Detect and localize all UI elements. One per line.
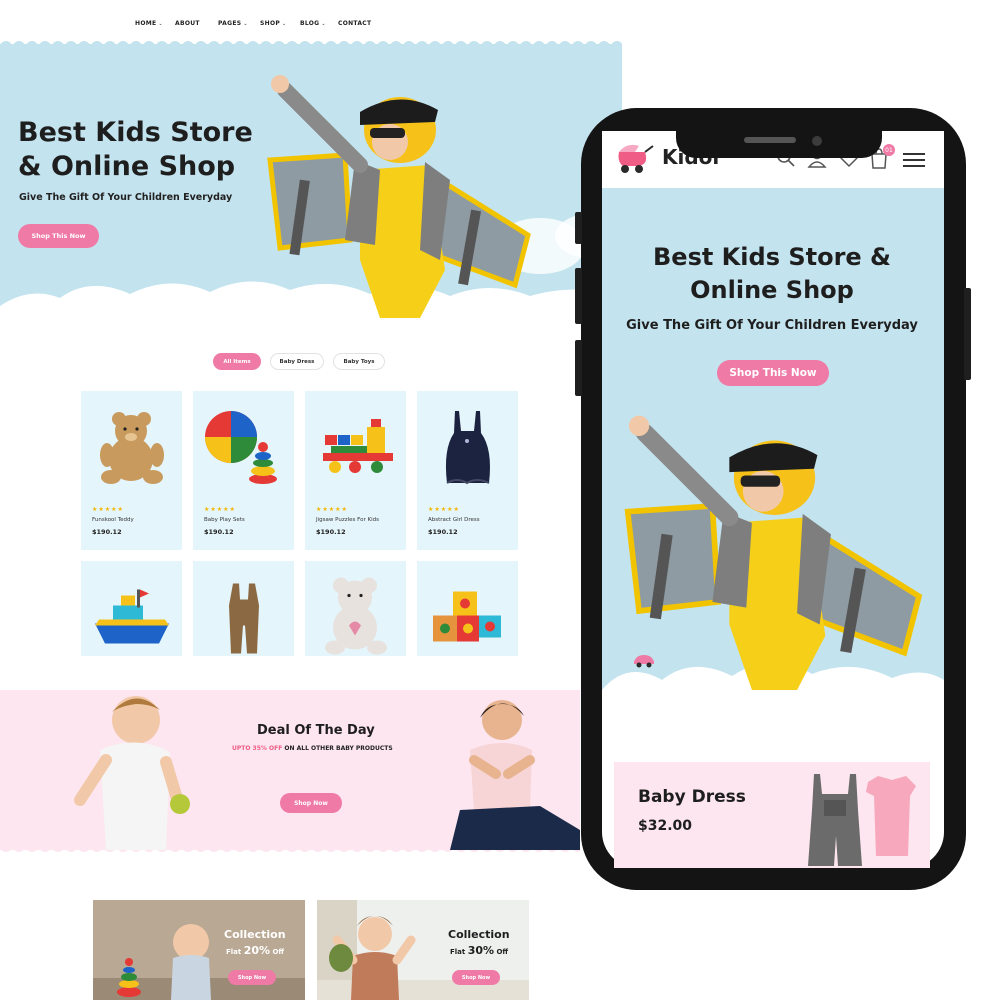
phone-volume-down <box>575 340 582 396</box>
product-card[interactable]: ★★★★★ Funskool Teddy $190.12 <box>81 391 182 550</box>
phone-mute-switch <box>575 212 582 244</box>
rating-stars: ★★★★★ <box>428 506 460 513</box>
chevron-down-icon: ⌄ <box>243 20 248 27</box>
nav-contact[interactable]: CONTACT <box>338 20 371 27</box>
phone-speaker <box>744 137 796 143</box>
collection-discount: Flat 20% Off <box>226 944 285 957</box>
phone-camera <box>812 136 822 146</box>
scallop-divider <box>0 41 622 48</box>
phone-power-button <box>964 288 971 380</box>
shop-now-button[interactable]: Shop Now <box>452 970 500 985</box>
toy-blocks-icon <box>433 591 501 642</box>
deal-title: Deal Of The Day <box>257 723 375 738</box>
deal-subtitle: UPTO 35% OFF ON ALL OTHER BABY PRODUCTS <box>232 745 393 752</box>
nav-about[interactable]: ABOUT <box>175 20 200 27</box>
nav-home[interactable]: HOME ⌄ <box>135 20 163 27</box>
beach-ball-icon <box>205 411 277 484</box>
toy-car-icon <box>634 655 654 668</box>
romper-icon <box>229 583 259 654</box>
stage: HOME ⌄ ABOUT PAGES ⌄ SHOP ⌄ BLOG ⌄ CONTACT B… <box>0 0 1000 1000</box>
collection-title: Collection <box>448 928 510 941</box>
product-price: $190.12 <box>428 528 458 536</box>
promo-title: Baby Dress <box>638 787 746 807</box>
nav-pages[interactable]: PAGES ⌄ <box>218 20 248 27</box>
toy-train-icon <box>323 419 393 473</box>
tab-baby-dress[interactable]: Baby Dress <box>270 353 324 370</box>
chevron-down-icon: ⌄ <box>158 20 163 27</box>
mobile-hero-title: Best Kids Store & Online Shop <box>653 243 891 304</box>
product-name[interactable]: Jigsaw Puzzles For Kids <box>316 517 379 523</box>
hero-subtitle: Give The Gift Of Your Children Everyday <box>19 192 233 203</box>
girl-yoga-image <box>450 700 580 850</box>
rating-stars: ★★★★★ <box>204 506 236 513</box>
rating-stars: ★★★★★ <box>316 506 348 513</box>
boy-aviator-image <box>267 75 531 318</box>
collection-title: Collection <box>224 928 286 941</box>
product-card[interactable] <box>81 561 182 656</box>
mobile-hero-subtitle: Give The Gift Of Your Children Everyday <box>626 318 918 333</box>
product-price: $190.12 <box>316 528 346 536</box>
product-name[interactable]: Baby Play Sets <box>204 517 245 523</box>
product-card[interactable] <box>305 561 406 656</box>
promo-price: $32.00 <box>638 818 693 834</box>
collection-banner[interactable]: Collection Flat 20% Off Shop Now <box>93 900 305 1000</box>
toy-boat-icon <box>95 589 169 644</box>
stroller-logo-icon[interactable] <box>613 142 659 174</box>
desktop-mockup: HOME ⌄ ABOUT PAGES ⌄ SHOP ⌄ BLOG ⌄ CONTACT B… <box>0 0 622 1000</box>
product-name[interactable]: Funskool Teddy <box>92 517 134 523</box>
chevron-down-icon: ⌄ <box>321 20 326 27</box>
deal-highlight: UPTO 35% OFF <box>232 745 283 752</box>
product-price: $190.12 <box>92 528 122 536</box>
shop-now-button[interactable]: Shop Now <box>280 793 342 813</box>
product-card[interactable]: ★★★★★ Abstract Girl Dress $190.12 <box>417 391 518 550</box>
deal-rest: ON ALL OTHER BABY PRODUCTS <box>282 745 393 752</box>
girl-dress-icon <box>445 411 490 485</box>
shop-now-button[interactable]: Shop Now <box>228 970 276 985</box>
overalls-and-tee-image <box>808 774 916 866</box>
collection-discount: Flat 30% Off <box>450 944 509 957</box>
mobile-shop-this-now-button[interactable]: Shop This Now <box>717 360 829 386</box>
hero-title: Best Kids Store & Online Shop <box>18 117 253 182</box>
phone-volume-up <box>575 268 582 324</box>
filter-tabs: All Items Baby Dress Baby Toys <box>0 353 622 371</box>
chevron-down-icon: ⌄ <box>282 20 287 27</box>
tab-all-items[interactable]: All Items <box>213 353 261 370</box>
nav-shop[interactable]: SHOP ⌄ <box>260 20 287 27</box>
product-card[interactable]: ★★★★★ Jigsaw Puzzles For Kids $190.12 <box>305 391 406 550</box>
boy-with-apple-image <box>74 696 190 850</box>
product-card[interactable] <box>193 561 294 656</box>
product-price: $190.12 <box>204 528 234 536</box>
teddy-bear-icon <box>100 412 164 484</box>
cart-count-badge: 01 <box>883 144 895 156</box>
mobile-boy-aviator-image <box>624 415 923 690</box>
collection-banner[interactable]: Collection Flat 30% Off Shop Now <box>317 900 529 1000</box>
product-card[interactable] <box>417 561 518 656</box>
hamburger-menu-icon[interactable] <box>903 152 925 168</box>
product-card[interactable]: ★★★★★ Baby Play Sets $190.12 <box>193 391 294 550</box>
product-name[interactable]: Abstract Girl Dress <box>428 517 480 523</box>
rating-stars: ★★★★★ <box>92 506 124 513</box>
nav-blog[interactable]: BLOG ⌄ <box>300 20 326 27</box>
plush-bear-icon <box>325 577 387 655</box>
tab-baby-toys[interactable]: Baby Toys <box>333 353 385 370</box>
